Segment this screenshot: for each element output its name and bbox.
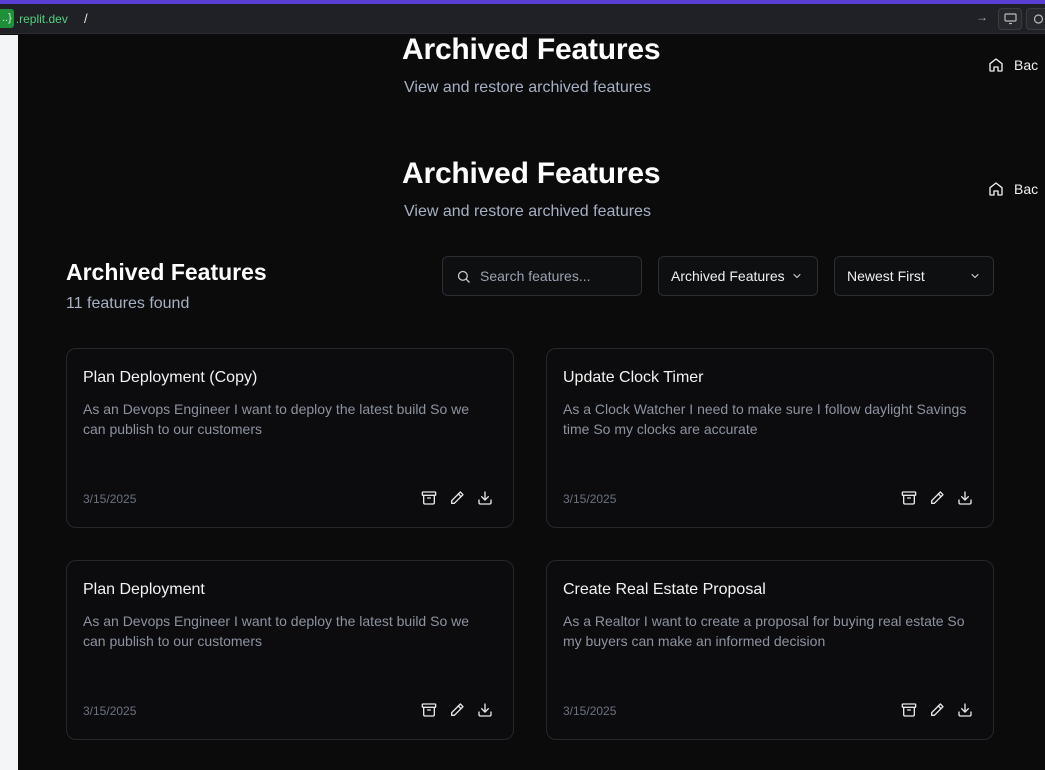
card-date: 3/15/2025 [563,704,617,718]
devices-button[interactable] [998,8,1022,30]
feature-card[interactable]: Plan Deployment As an Devops Engineer I … [66,560,514,740]
card-actions [421,490,493,506]
view-filter-select[interactable]: Archived Features [658,256,818,296]
domain-host: .replit.dev [15,11,68,26]
search-icon [457,270,470,283]
card-actions [901,490,973,506]
page-subtitle: View and restore archived features [404,79,651,96]
card-actions [421,702,493,718]
page-title: Archived Features [402,157,661,190]
page-title: Archived Features [402,35,661,66]
feature-card[interactable]: Plan Deployment (Copy) As an Devops Engi… [66,348,514,528]
download-icon[interactable] [957,702,973,718]
chevron-down-icon [971,274,979,279]
sort-select[interactable]: Newest First [834,256,994,296]
back-button[interactable]: Bac [988,181,1038,197]
feature-card[interactable]: Update Clock Timer As a Clock Watcher I … [546,348,994,528]
card-description: As an Devops Engineer I want to deploy t… [83,613,470,649]
card-date: 3/15/2025 [83,704,137,718]
address-bar[interactable]: ..} .replit.dev / → [0,4,1045,34]
download-icon[interactable] [477,702,493,718]
card-description: As a Realtor I want to create a proposal… [563,613,965,649]
archive-icon[interactable] [901,490,917,506]
gear-icon [1033,14,1044,24]
edit-pencil-icon[interactable] [449,490,465,506]
download-icon[interactable] [477,490,493,506]
back-button-label: Bac [1014,57,1039,73]
edit-pencil-icon[interactable] [929,490,945,506]
home-icon [989,58,1003,72]
edit-pencil-icon[interactable] [449,702,465,718]
archive-icon[interactable] [421,490,437,506]
sort-value: Newest First [847,268,925,284]
back-button-label: Bac [1014,181,1039,197]
card-description: As a Clock Watcher I need to make sure I… [563,401,967,437]
feature-count: 11 features found [66,295,190,312]
archive-icon[interactable] [421,702,437,718]
domain-prefix: ..} [0,9,14,28]
back-button[interactable]: Bac [988,57,1038,73]
card-title: Plan Deployment [83,581,205,598]
card-title: Plan Deployment (Copy) [83,369,258,386]
card-actions [901,702,973,718]
home-icon [989,182,1003,196]
left-panel-strip [0,35,18,770]
card-date: 3/15/2025 [83,492,137,506]
domain-pill: ..} .replit.dev [0,9,73,28]
edit-pencil-icon[interactable] [929,702,945,718]
download-icon[interactable] [957,490,973,506]
card-title: Create Real Estate Proposal [563,581,766,598]
card-description: As an Devops Engineer I want to deploy t… [83,401,470,437]
settings-button[interactable] [1026,8,1045,30]
card-title: Update Clock Timer [563,369,704,386]
monitor-icon [1004,13,1017,25]
search-box[interactable] [442,256,642,296]
search-input[interactable] [480,268,630,284]
archive-icon[interactable] [901,702,917,718]
app-viewport: Archived Features View and restore archi… [18,35,1045,770]
go-arrow-icon[interactable]: → [975,10,989,24]
section-title: Archived Features [66,259,267,285]
feature-card[interactable]: Create Real Estate Proposal As a Realtor… [546,560,994,740]
view-filter-value: Archived Features [671,268,785,284]
card-date: 3/15/2025 [563,492,617,506]
page-subtitle: View and restore archived features [404,203,651,220]
chevron-down-icon [793,274,801,279]
url-path[interactable]: / [84,11,88,26]
